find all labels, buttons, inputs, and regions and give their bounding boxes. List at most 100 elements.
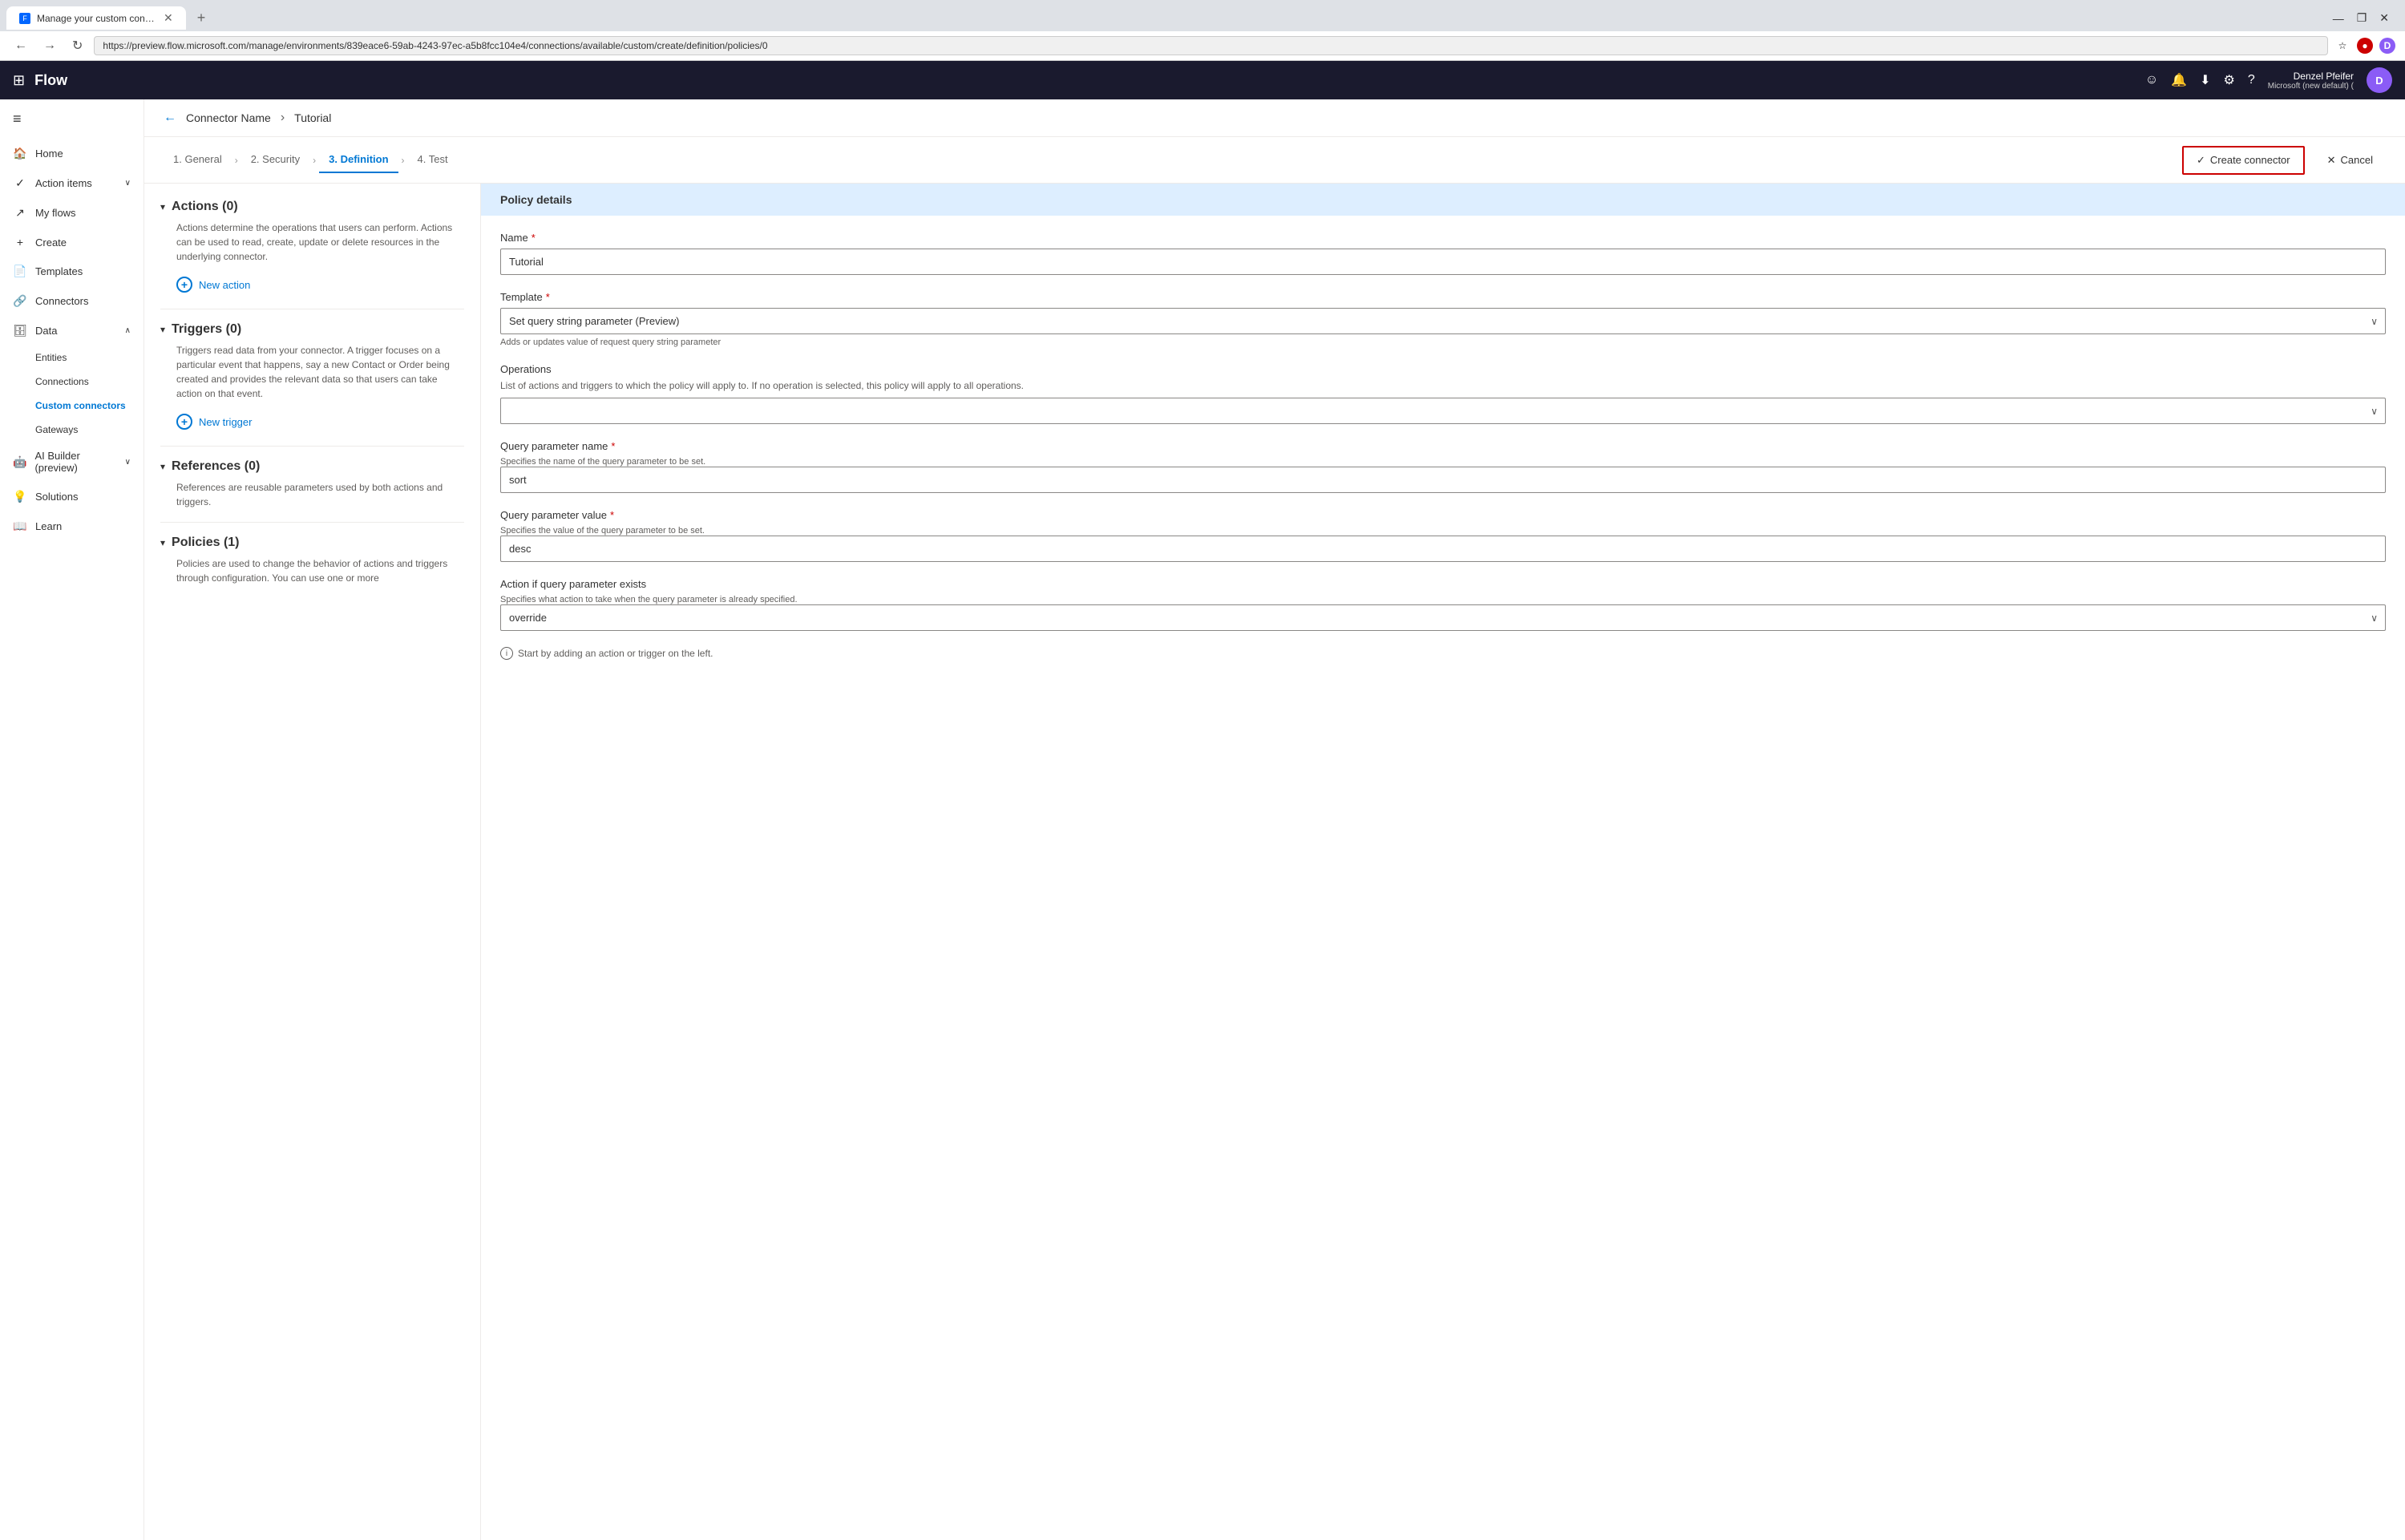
- cancel-label: Cancel: [2341, 154, 2373, 166]
- query-param-name-group: Query parameter name * Specifies the nam…: [500, 440, 2386, 493]
- download-icon[interactable]: ⬇: [2200, 72, 2210, 88]
- security-icon: ●: [2357, 38, 2373, 54]
- name-input[interactable]: [500, 249, 2386, 275]
- step-tabs-right: ✓ Create connector ✕ Cancel: [2182, 146, 2386, 175]
- address-bar: ← → ↻ ☆ ● D: [0, 31, 2405, 61]
- tab-test[interactable]: 4. Test: [408, 147, 458, 173]
- sidebar-item-my-flows[interactable]: ↗ My flows: [0, 198, 143, 228]
- triggers-toggle[interactable]: ▾: [160, 324, 165, 335]
- sidebar-item-templates[interactable]: 📄 Templates: [0, 257, 143, 286]
- ai-builder-icon: 🤖: [13, 455, 26, 469]
- notification-icon[interactable]: 🔔: [2171, 72, 2187, 88]
- template-select[interactable]: Set query string parameter (Preview): [500, 308, 2386, 334]
- breadcrumb-separator: ›: [281, 111, 285, 125]
- avatar[interactable]: D: [2367, 67, 2392, 93]
- operations-select-wrapper: ∨: [500, 398, 2386, 424]
- actions-toggle[interactable]: ▾: [160, 201, 165, 212]
- tab-general[interactable]: 1. General: [164, 147, 232, 173]
- left-panel: ▾ Actions (0) Actions determine the oper…: [144, 184, 481, 1540]
- sidebar-item-home[interactable]: 🏠 Home: [0, 139, 143, 168]
- query-param-value-label: Query parameter value *: [500, 509, 2386, 521]
- top-bar: ← Connector Name › Tutorial: [144, 99, 2405, 137]
- emoji-icon[interactable]: ☺: [2145, 73, 2158, 87]
- policies-title: Policies (1): [172, 536, 239, 550]
- breadcrumb-connector-name: Connector Name: [186, 111, 271, 124]
- help-icon[interactable]: ?: [2248, 73, 2255, 87]
- browser-tab-bar: F Manage your custom connector... ✕ + — …: [0, 0, 2405, 31]
- sidebar-label-home: Home: [35, 148, 63, 160]
- forward-button[interactable]: →: [38, 37, 61, 55]
- sidebar-item-entities[interactable]: Entities: [0, 346, 143, 370]
- home-icon: 🏠: [13, 147, 27, 160]
- minimize-button[interactable]: —: [2330, 8, 2347, 28]
- sidebar-item-connections[interactable]: Connections: [0, 370, 143, 394]
- policies-toggle[interactable]: ▾: [160, 537, 165, 548]
- cancel-button[interactable]: ✕ Cancel: [2314, 148, 2386, 173]
- profile-icon[interactable]: D: [2379, 38, 2395, 54]
- sidebar-label-action-items: Action items: [35, 177, 92, 189]
- template-field-group: Template * Set query string parameter (P…: [500, 291, 2386, 347]
- actions-section-header: ▾ Actions (0): [160, 200, 464, 214]
- tab-security[interactable]: 2. Security: [241, 147, 309, 173]
- sidebar-item-connectors[interactable]: 🔗 Connectors: [0, 286, 143, 316]
- sidebar-label-create: Create: [35, 236, 67, 249]
- references-toggle[interactable]: ▾: [160, 461, 165, 472]
- sidebar-item-data[interactable]: 🗄 Data ∧: [0, 316, 143, 346]
- new-trigger-button[interactable]: + New trigger: [176, 414, 464, 430]
- sidebar-label-connectors: Connectors: [35, 295, 88, 307]
- sidebar-item-gateways[interactable]: Gateways: [0, 418, 143, 442]
- sidebar-item-learn[interactable]: 📖 Learn: [0, 511, 143, 541]
- step-sep-2: ›: [313, 155, 316, 166]
- tab-definition[interactable]: 3. Definition: [319, 147, 398, 173]
- sidebar-item-ai-builder[interactable]: 🤖 AI Builder (preview) ∨: [0, 442, 143, 482]
- action-items-icon: ✓: [13, 176, 27, 190]
- plus-circle-trigger-icon: +: [176, 414, 192, 430]
- refresh-button[interactable]: ↻: [67, 36, 87, 55]
- waffle-icon[interactable]: ⊞: [13, 72, 25, 89]
- policy-form: Name * Template * Set query: [481, 216, 2405, 676]
- back-button[interactable]: ←: [10, 37, 32, 55]
- maximize-button[interactable]: ❐: [2354, 8, 2371, 28]
- tab-test-label: 4. Test: [418, 153, 448, 165]
- sidebar-label-templates: Templates: [35, 265, 83, 277]
- browser-chrome: F Manage your custom connector... ✕ + — …: [0, 0, 2405, 61]
- name-field-group: Name *: [500, 232, 2386, 275]
- sidebar-item-action-items[interactable]: ✓ Action items ∨: [0, 168, 143, 198]
- app-icons: ☺ 🔔 ⬇ ⚙ ? Denzel Pfeifer Microsoft (new …: [2145, 67, 2392, 93]
- chevron-up-icon: ∧: [125, 326, 131, 335]
- right-panel: Policy details Name * Template: [481, 184, 2405, 1540]
- template-hint: Adds or updates value of request query s…: [500, 338, 2386, 347]
- action-if-exists-group: Action if query parameter exists Specifi…: [500, 578, 2386, 631]
- step-tabs: 1. General › 2. Security › 3. Definition…: [144, 137, 2405, 184]
- star-icon[interactable]: ☆: [2334, 38, 2350, 54]
- connectors-icon: 🔗: [13, 294, 27, 308]
- operations-select[interactable]: [500, 398, 2386, 424]
- name-label: Name *: [500, 232, 2386, 244]
- sidebar-item-custom-connectors[interactable]: Custom connectors: [0, 394, 143, 418]
- section-divider-2: [160, 446, 464, 447]
- browser-tab-active[interactable]: F Manage your custom connector... ✕: [6, 6, 186, 30]
- custom-connectors-label: Custom connectors: [35, 400, 126, 411]
- settings-icon[interactable]: ⚙: [2223, 72, 2234, 88]
- back-button[interactable]: ←: [164, 111, 176, 125]
- query-param-value-input[interactable]: [500, 536, 2386, 562]
- close-button[interactable]: ✕: [2376, 8, 2392, 28]
- sidebar-item-create[interactable]: + Create: [0, 228, 143, 257]
- user-org: Microsoft (new default) (: [2268, 82, 2354, 91]
- user-name: Denzel Pfeifer: [2294, 71, 2354, 82]
- chevron-down-icon: ∨: [125, 179, 131, 188]
- action-if-exists-label: Action if query parameter exists: [500, 578, 2386, 590]
- new-tab-button[interactable]: +: [189, 5, 214, 31]
- hamburger-icon[interactable]: ≡: [0, 99, 143, 139]
- sidebar-item-solutions[interactable]: 💡 Solutions: [0, 482, 143, 511]
- query-param-name-input[interactable]: [500, 467, 2386, 493]
- action-if-exists-select[interactable]: override: [500, 604, 2386, 631]
- tab-title: Manage your custom connector...: [37, 13, 157, 24]
- address-input[interactable]: [94, 36, 2328, 55]
- triggers-section-header: ▾ Triggers (0): [160, 322, 464, 337]
- operations-desc: List of actions and triggers to which th…: [500, 380, 2386, 391]
- create-connector-button[interactable]: ✓ Create connector: [2182, 146, 2305, 175]
- create-connector-label: Create connector: [2210, 154, 2290, 166]
- new-action-button[interactable]: + New action: [176, 277, 464, 293]
- tab-close-button[interactable]: ✕: [164, 11, 173, 25]
